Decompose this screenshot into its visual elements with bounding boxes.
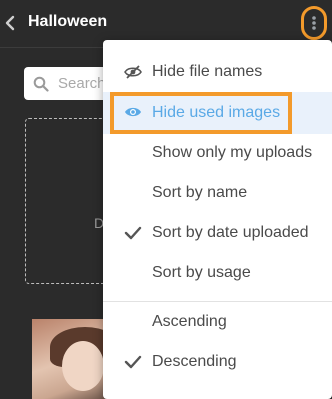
menu-label-descending: Descending xyxy=(152,353,237,370)
menu-item-ascending[interactable]: Ascending xyxy=(103,302,332,342)
search-placeholder: Search xyxy=(58,75,106,92)
menu-item-hide-file-names[interactable]: Hide file names xyxy=(103,52,332,92)
check-icon xyxy=(124,226,142,240)
options-dropdown-menu: Hide file names Hide used images Show on… xyxy=(103,40,332,399)
menu-label-sort-by-date-uploaded: Sort by date uploaded xyxy=(152,224,309,241)
menu-item-sort-by-date-uploaded[interactable]: Sort by date uploaded xyxy=(103,213,332,253)
menu-item-descending[interactable]: Descending xyxy=(103,342,332,382)
eye-slash-icon xyxy=(124,65,142,79)
menu-item-hide-used-images[interactable]: Hide used images xyxy=(103,92,332,134)
menu-label-hide-used-images: Hide used images xyxy=(152,104,281,121)
search-icon xyxy=(33,76,49,92)
check-icon xyxy=(124,355,142,369)
menu-label-sort-by-name: Sort by name xyxy=(152,184,248,201)
menu-label-hide-file-names: Hide file names xyxy=(152,63,263,80)
thumbnail-face xyxy=(62,341,104,391)
chevron-left-icon[interactable] xyxy=(4,15,16,31)
eye-icon xyxy=(125,107,141,117)
page-title: Halloween xyxy=(28,13,108,30)
menu-label-sort-by-usage: Sort by usage xyxy=(152,264,251,281)
menu-item-sort-by-name[interactable]: Sort by name xyxy=(103,173,332,213)
menu-item-show-only-my-uploads[interactable]: Show only my uploads xyxy=(103,133,332,173)
menu-label-ascending: Ascending xyxy=(152,313,227,330)
menu-label-show-only-my-uploads: Show only my uploads xyxy=(152,144,313,161)
kebab-menu-icon xyxy=(312,16,316,30)
more-options-button[interactable] xyxy=(301,6,327,40)
menu-item-sort-by-usage[interactable]: Sort by usage xyxy=(103,253,332,293)
